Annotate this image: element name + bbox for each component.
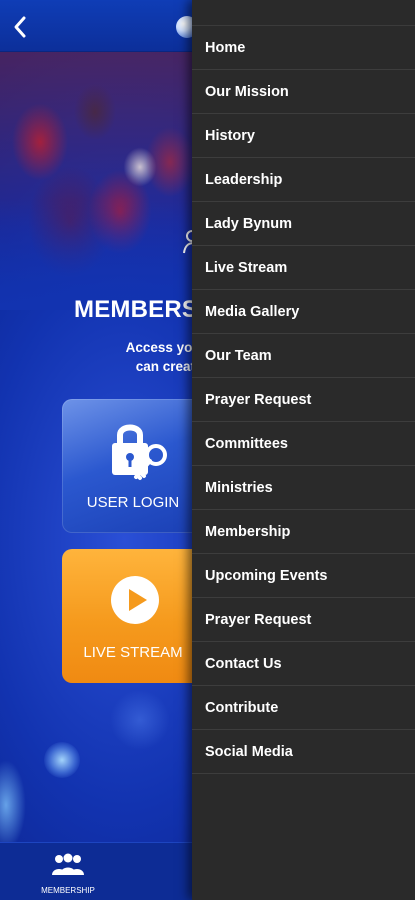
menu-item-leadership[interactable]: Leadership bbox=[192, 158, 415, 202]
tab-membership-label: MEMBERSHIP bbox=[41, 886, 95, 895]
menu-item-media-gallery[interactable]: Media Gallery bbox=[192, 290, 415, 334]
menu-item-ministries[interactable]: Ministries bbox=[192, 466, 415, 510]
menu-item-label: Contribute bbox=[205, 699, 279, 716]
bokeh-light bbox=[0, 760, 26, 850]
menu-item-history[interactable]: History bbox=[192, 114, 415, 158]
user-login-tile[interactable]: USER LOGIN bbox=[62, 399, 212, 533]
menu-item-home[interactable]: Home bbox=[192, 26, 415, 70]
menu-item-contribute[interactable]: Contribute bbox=[192, 686, 415, 730]
menu-item-membership[interactable]: Membership bbox=[192, 510, 415, 554]
menu-item-label: Live Stream bbox=[205, 259, 288, 276]
side-menu: Home Our Mission History Leadership Lady… bbox=[192, 0, 415, 900]
live-stream-label: LIVE STREAM bbox=[83, 644, 183, 661]
play-icon bbox=[111, 576, 159, 624]
menu-item-prayer-request-2[interactable]: Prayer Request bbox=[192, 598, 415, 642]
menu-item-upcoming-events[interactable]: Upcoming Events bbox=[192, 554, 415, 598]
menu-item-label: Lady Bynum bbox=[205, 215, 293, 232]
menu-item-label: Contact Us bbox=[205, 655, 282, 672]
menu-item-label: Media Gallery bbox=[205, 303, 300, 320]
menu-item-label: Our Mission bbox=[205, 83, 289, 100]
chevron-left-icon bbox=[14, 16, 26, 38]
menu-item-label: Prayer Request bbox=[205, 611, 312, 628]
bokeh-light bbox=[110, 690, 170, 750]
menu-item-label: Prayer Request bbox=[205, 391, 312, 408]
menu-item-label: Upcoming Events bbox=[205, 567, 328, 584]
menu-item-label: Committees bbox=[205, 435, 288, 452]
menu-item-label: Our Team bbox=[205, 347, 272, 364]
group-icon bbox=[52, 853, 84, 875]
menu-item-prayer-request[interactable]: Prayer Request bbox=[192, 378, 415, 422]
live-stream-tile[interactable]: LIVE STREAM bbox=[62, 549, 212, 683]
side-menu-header bbox=[192, 0, 415, 26]
user-login-label: USER LOGIN bbox=[86, 494, 180, 511]
menu-item-label: Membership bbox=[205, 523, 291, 540]
menu-item-live-stream[interactable]: Live Stream bbox=[192, 246, 415, 290]
tab-membership[interactable]: MEMBERSHIP bbox=[38, 851, 98, 897]
menu-item-label: Leadership bbox=[205, 171, 283, 188]
bokeh-light bbox=[44, 742, 80, 778]
menu-item-lady-bynum[interactable]: Lady Bynum bbox=[192, 202, 415, 246]
menu-item-social-media[interactable]: Social Media bbox=[192, 730, 415, 774]
menu-item-contact-us[interactable]: Contact Us bbox=[192, 642, 415, 686]
menu-item-our-team[interactable]: Our Team bbox=[192, 334, 415, 378]
menu-item-label: History bbox=[205, 127, 255, 144]
lock-key-icon bbox=[112, 424, 167, 480]
menu-item-label: Ministries bbox=[205, 479, 273, 496]
menu-item-committees[interactable]: Committees bbox=[192, 422, 415, 466]
menu-item-label: Home bbox=[205, 39, 246, 56]
menu-item-our-mission[interactable]: Our Mission bbox=[192, 70, 415, 114]
menu-item-label: Social Media bbox=[205, 743, 293, 760]
back-button[interactable] bbox=[6, 12, 34, 42]
